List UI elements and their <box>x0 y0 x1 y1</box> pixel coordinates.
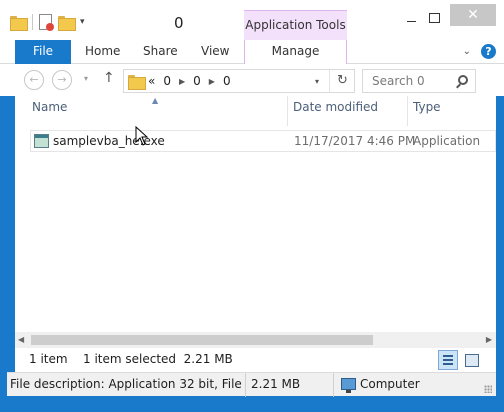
mouse-pointer-icon <box>135 126 149 146</box>
address-dropdown-chevron-icon[interactable]: ▾ <box>315 77 319 86</box>
column-header-name[interactable]: Name <box>32 100 67 124</box>
breadcrumb-item[interactable]: 0 <box>193 74 201 88</box>
up-arrow-icon[interactable]: ↑ <box>103 70 115 86</box>
resize-grip[interactable] <box>484 385 492 393</box>
folder-icon <box>128 75 146 90</box>
file-list: ▲ Name Date modified Type samplevba_he.e… <box>15 96 496 332</box>
application-icon <box>34 134 49 148</box>
file-size: 2.21 MB <box>251 377 301 391</box>
tab-home[interactable]: Home <box>85 44 120 58</box>
location-label: Computer <box>360 377 420 391</box>
tab-share[interactable]: Share <box>143 44 178 58</box>
arrow-right-icon: → <box>57 73 67 86</box>
status-bar: 1 item 1 item selected 2.21 MB <box>15 348 496 372</box>
navigation-bar: ← → ▾ ↑ « 0 ▶ 0 ▶ 0 ▾ ↻ Search 0 <box>0 64 504 96</box>
breadcrumb-item[interactable]: 0 <box>163 74 171 88</box>
refresh-icon: ↻ <box>337 73 348 88</box>
arrow-left-icon: ← <box>29 73 39 86</box>
large-icons-view-button[interactable] <box>462 351 480 369</box>
column-header-type[interactable]: Type <box>413 100 441 124</box>
maximize-button[interactable] <box>419 8 449 28</box>
column-header-date-modified[interactable]: Date modified <box>293 100 378 124</box>
toolbar-divider <box>32 14 33 30</box>
divider <box>333 373 334 397</box>
breadcrumb-item[interactable]: 0 <box>223 74 231 88</box>
details-bar: File description: Application 32 bit, Fi… <box>7 372 496 397</box>
details-view-button[interactable] <box>438 350 458 370</box>
chevron-right-icon[interactable]: ▶ <box>179 77 185 86</box>
scroll-left-icon[interactable]: ◀ <box>18 335 24 344</box>
tab-manage[interactable]: Manage <box>244 40 347 64</box>
file-date-modified: 11/17/2017 4:46 PM <box>294 134 416 148</box>
recent-locations-chevron-down-icon[interactable]: ▾ <box>84 74 88 83</box>
search-input[interactable]: Search 0 <box>372 74 425 88</box>
back-button[interactable]: ← <box>24 70 44 90</box>
search-icon <box>458 75 468 85</box>
explorer-window: ▾ 0 Application Tools ✕ File Home Share … <box>0 0 504 412</box>
column-divider[interactable] <box>407 96 408 126</box>
help-icon[interactable]: ? <box>481 44 496 59</box>
new-folder-icon[interactable] <box>58 15 76 31</box>
horizontal-scrollbar[interactable]: ◀ ▶ <box>15 332 496 348</box>
tab-view[interactable]: View <box>201 44 229 58</box>
title-bar: ▾ 0 Application Tools ✕ <box>0 0 504 40</box>
file-type: Application <box>413 134 481 148</box>
breadcrumb: « 0 ▶ 0 ▶ 0 <box>148 74 231 88</box>
folder-icon[interactable] <box>10 15 28 31</box>
ribbon-tabs: File Home Share View Manage ⌄ ? <box>0 40 504 64</box>
close-icon: ✕ <box>467 7 479 23</box>
scrollbar-thumb[interactable] <box>31 335 373 345</box>
refresh-button[interactable]: ↻ <box>329 70 355 92</box>
tab-file[interactable]: File <box>15 40 71 64</box>
context-group-label: Application Tools <box>245 18 346 32</box>
column-divider[interactable] <box>287 96 288 126</box>
expand-ribbon-chevron-down-icon[interactable]: ⌄ <box>463 46 471 57</box>
chevron-right-icon[interactable]: ▶ <box>209 77 215 86</box>
sort-ascending-icon: ▲ <box>152 96 159 105</box>
scroll-right-icon[interactable]: ▶ <box>486 335 492 344</box>
properties-icon[interactable] <box>39 14 54 31</box>
application-tools-context-group: Application Tools <box>244 10 347 40</box>
ribbon-controls: ⌄ ? <box>463 44 496 59</box>
window-title: 0 <box>174 14 184 32</box>
divider <box>245 373 246 397</box>
selection-info: 1 item selected 2.21 MB <box>83 352 233 366</box>
address-bar[interactable]: « 0 ▶ 0 ▶ 0 ▾ ↻ <box>123 69 355 93</box>
search-box[interactable]: Search 0 <box>362 69 476 93</box>
close-button[interactable]: ✕ <box>450 4 496 26</box>
computer-icon <box>341 378 356 393</box>
file-row[interactable]: samplevba_he.exe 11/17/2017 4:46 PM Appl… <box>30 130 496 152</box>
quick-access-toolbar: ▾ <box>10 11 85 33</box>
item-count: 1 item <box>29 352 68 366</box>
forward-button[interactable]: → <box>52 70 72 90</box>
file-description: File description: Application 32 bit, Fi… <box>10 377 245 391</box>
breadcrumb-overflow[interactable]: « <box>148 74 155 88</box>
customize-toolbar-dropdown-icon[interactable]: ▾ <box>80 17 85 27</box>
